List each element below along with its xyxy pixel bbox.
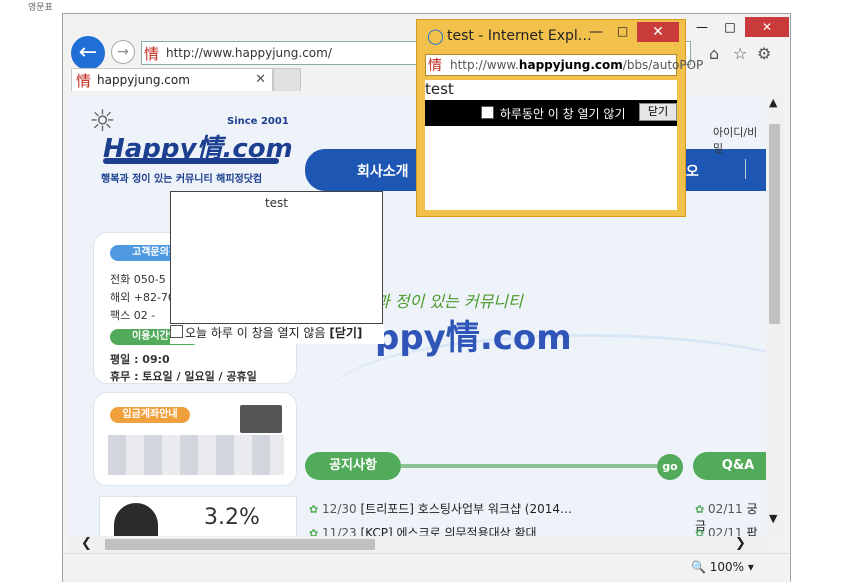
horizontal-scrollbar[interactable]: ❮ ❯: [69, 536, 766, 553]
minimize-button[interactable]: —: [687, 17, 717, 37]
popup-close-text-button[interactable]: 닫기: [639, 103, 677, 121]
leaf-icon: ✿: [309, 503, 319, 516]
layer-popup-title: test: [264, 196, 289, 210]
qa-date: 02/11: [708, 526, 743, 536]
popup-checkbox[interactable]: [481, 106, 494, 119]
cs-overseas: 해외 +82-70: [110, 291, 175, 304]
cs-phone: 전화 050-5: [110, 273, 166, 286]
notice-divider: [401, 464, 657, 468]
scroll-left-icon[interactable]: ❮: [81, 536, 92, 551]
popup-minimize-button[interactable]: —: [589, 24, 603, 40]
forward-button[interactable]: →: [111, 40, 135, 64]
close-window-button[interactable]: ✕: [745, 17, 789, 37]
leaf-icon: ✿: [695, 503, 705, 516]
back-arrow-icon: ←: [78, 40, 98, 65]
layer-popup-checkbox[interactable]: [170, 325, 183, 338]
notice-date: 11/23: [322, 526, 357, 536]
ad-rate: 3.2%: [204, 505, 260, 530]
vertical-scroll-thumb[interactable]: [769, 124, 780, 324]
logo-swoosh: [103, 158, 279, 164]
caption-text: 영문표: [28, 3, 53, 13]
qa-date: 02/11: [708, 502, 743, 516]
scroll-up-icon[interactable]: ▲: [769, 96, 777, 109]
ie-logo-icon: ◯: [427, 27, 444, 45]
status-bar: 🔍 100% ▾: [63, 553, 790, 582]
notice-date: 12/30: [322, 502, 357, 516]
leaf-icon: ✿: [309, 527, 319, 536]
layer-popup-footer: 오늘 하루 이 창을 열지 않음 [닫기]: [170, 324, 384, 344]
qa-item[interactable]: ✿ 02/11 팝: [695, 524, 758, 536]
menu-item-company[interactable]: 회사소개: [357, 161, 409, 181]
layer-popup-close-link[interactable]: [닫기]: [329, 326, 362, 340]
hero-title: ppy情.com: [375, 318, 572, 358]
person-photo: [114, 503, 158, 536]
tab-close-icon[interactable]: ✕: [255, 72, 266, 87]
popup-footer-bar: 하루동안 이 창 열기 않기 닫기: [425, 100, 677, 126]
cs-fax: 팩스 02 -: [110, 309, 156, 322]
popup-address-bar: 情 http://www.happyjung.com/bbs/autoPOP: [425, 54, 703, 76]
laptop-icon: [240, 405, 282, 433]
layer-popup-checkbox-label: 오늘 하루 이 창을 열지 않음: [185, 326, 326, 340]
home-icon[interactable]: ⌂: [709, 44, 719, 63]
tab-title: happyjung.com: [97, 73, 190, 87]
hours-weekday: 평일 : 09:0: [110, 353, 170, 366]
zoom-value: 100%: [709, 560, 745, 574]
notice-item[interactable]: ✿ 12/30 [트리포드] 호스팅사업부 워크샵 (2014…: [309, 500, 572, 517]
hero-subtitle: 과 정이 있는 커뮤니티: [375, 292, 523, 311]
notice-item[interactable]: ✿ 11/23 [KCP] 에스크로 의무적용대상 확대: [309, 524, 537, 536]
popup-close-button[interactable]: ✕: [637, 22, 679, 42]
popup-favicon-icon: 情: [428, 58, 442, 74]
popup-body: test 하루동안 이 창 열기 않기 닫기: [425, 80, 677, 210]
popup-url-suffix: /bbs/autoPOP: [622, 58, 704, 72]
tab-happyjung[interactable]: 情 happyjung.com ✕: [71, 68, 273, 91]
bank-label: 입금계좌안내: [110, 407, 190, 423]
notice-title[interactable]: [KCP] 에스크로 의무적용대상 확대: [360, 526, 536, 536]
magnifier-icon: 🔍: [691, 560, 706, 574]
horizontal-scroll-thumb[interactable]: [105, 539, 375, 550]
tab-favicon-icon: 情: [76, 72, 92, 90]
logo-since: Since 2001: [227, 116, 289, 127]
gear-icon[interactable]: ⚙: [757, 44, 771, 63]
site-tagline: 행복과 정이 있는 커뮤니티 해피정닷컴: [101, 174, 263, 185]
vertical-scrollbar[interactable]: ▲ ▼: [766, 94, 783, 536]
maximize-button[interactable]: □: [715, 17, 745, 37]
address-url[interactable]: http://www.happyjung.com/: [166, 46, 332, 60]
new-tab-button[interactable]: [273, 68, 301, 91]
scroll-right-icon[interactable]: ❯: [735, 536, 746, 551]
popup-checkbox-row: 하루동안 이 창 열기 않기: [481, 105, 626, 122]
popup-url-prefix: http://www.: [450, 58, 519, 72]
blurred-account-info: [108, 435, 284, 475]
notice-label[interactable]: 공지사항: [305, 452, 401, 480]
login-link[interactable]: 아이디/비밀: [713, 124, 766, 156]
qa-title[interactable]: 팝: [746, 526, 757, 536]
notice-title[interactable]: [트리포드] 호스팅사업부 워크샵 (2014…: [360, 502, 572, 516]
forward-arrow-icon: →: [117, 44, 129, 60]
hours-holiday: 휴무 : 토요일 / 일요일 / 공휴일: [110, 370, 257, 383]
popup-window: ◯ test - Internet Expl… — □ ✕ 情 http://w…: [416, 19, 703, 217]
popup-url: http://www.happyjung.com/bbs/autoPOP: [450, 58, 703, 72]
zoom-level[interactable]: 🔍 100% ▾: [691, 560, 754, 574]
menu-divider: [745, 159, 746, 179]
scroll-down-icon[interactable]: ▼: [769, 512, 777, 525]
popup-title: test - Internet Expl…: [447, 28, 592, 44]
popup-url-domain: happyjung.com: [518, 58, 623, 72]
layer-popup: test: [170, 191, 383, 324]
bank-panel: 입금계좌안내: [93, 392, 297, 486]
qa-label[interactable]: Q&A: [693, 452, 766, 480]
back-button[interactable]: ←: [71, 36, 105, 70]
notice-go-button[interactable]: go: [657, 454, 683, 480]
popup-body-text: test: [425, 80, 454, 98]
rate-ad-banner[interactable]: 3.2%: [99, 496, 297, 536]
star-icon[interactable]: ☆: [733, 44, 747, 63]
popup-checkbox-label: 하루동안 이 창 열기 않기: [499, 107, 626, 121]
popup-maximize-button[interactable]: □: [617, 24, 628, 38]
favicon-icon: 情: [144, 45, 160, 63]
leaf-icon: ✿: [695, 527, 705, 536]
